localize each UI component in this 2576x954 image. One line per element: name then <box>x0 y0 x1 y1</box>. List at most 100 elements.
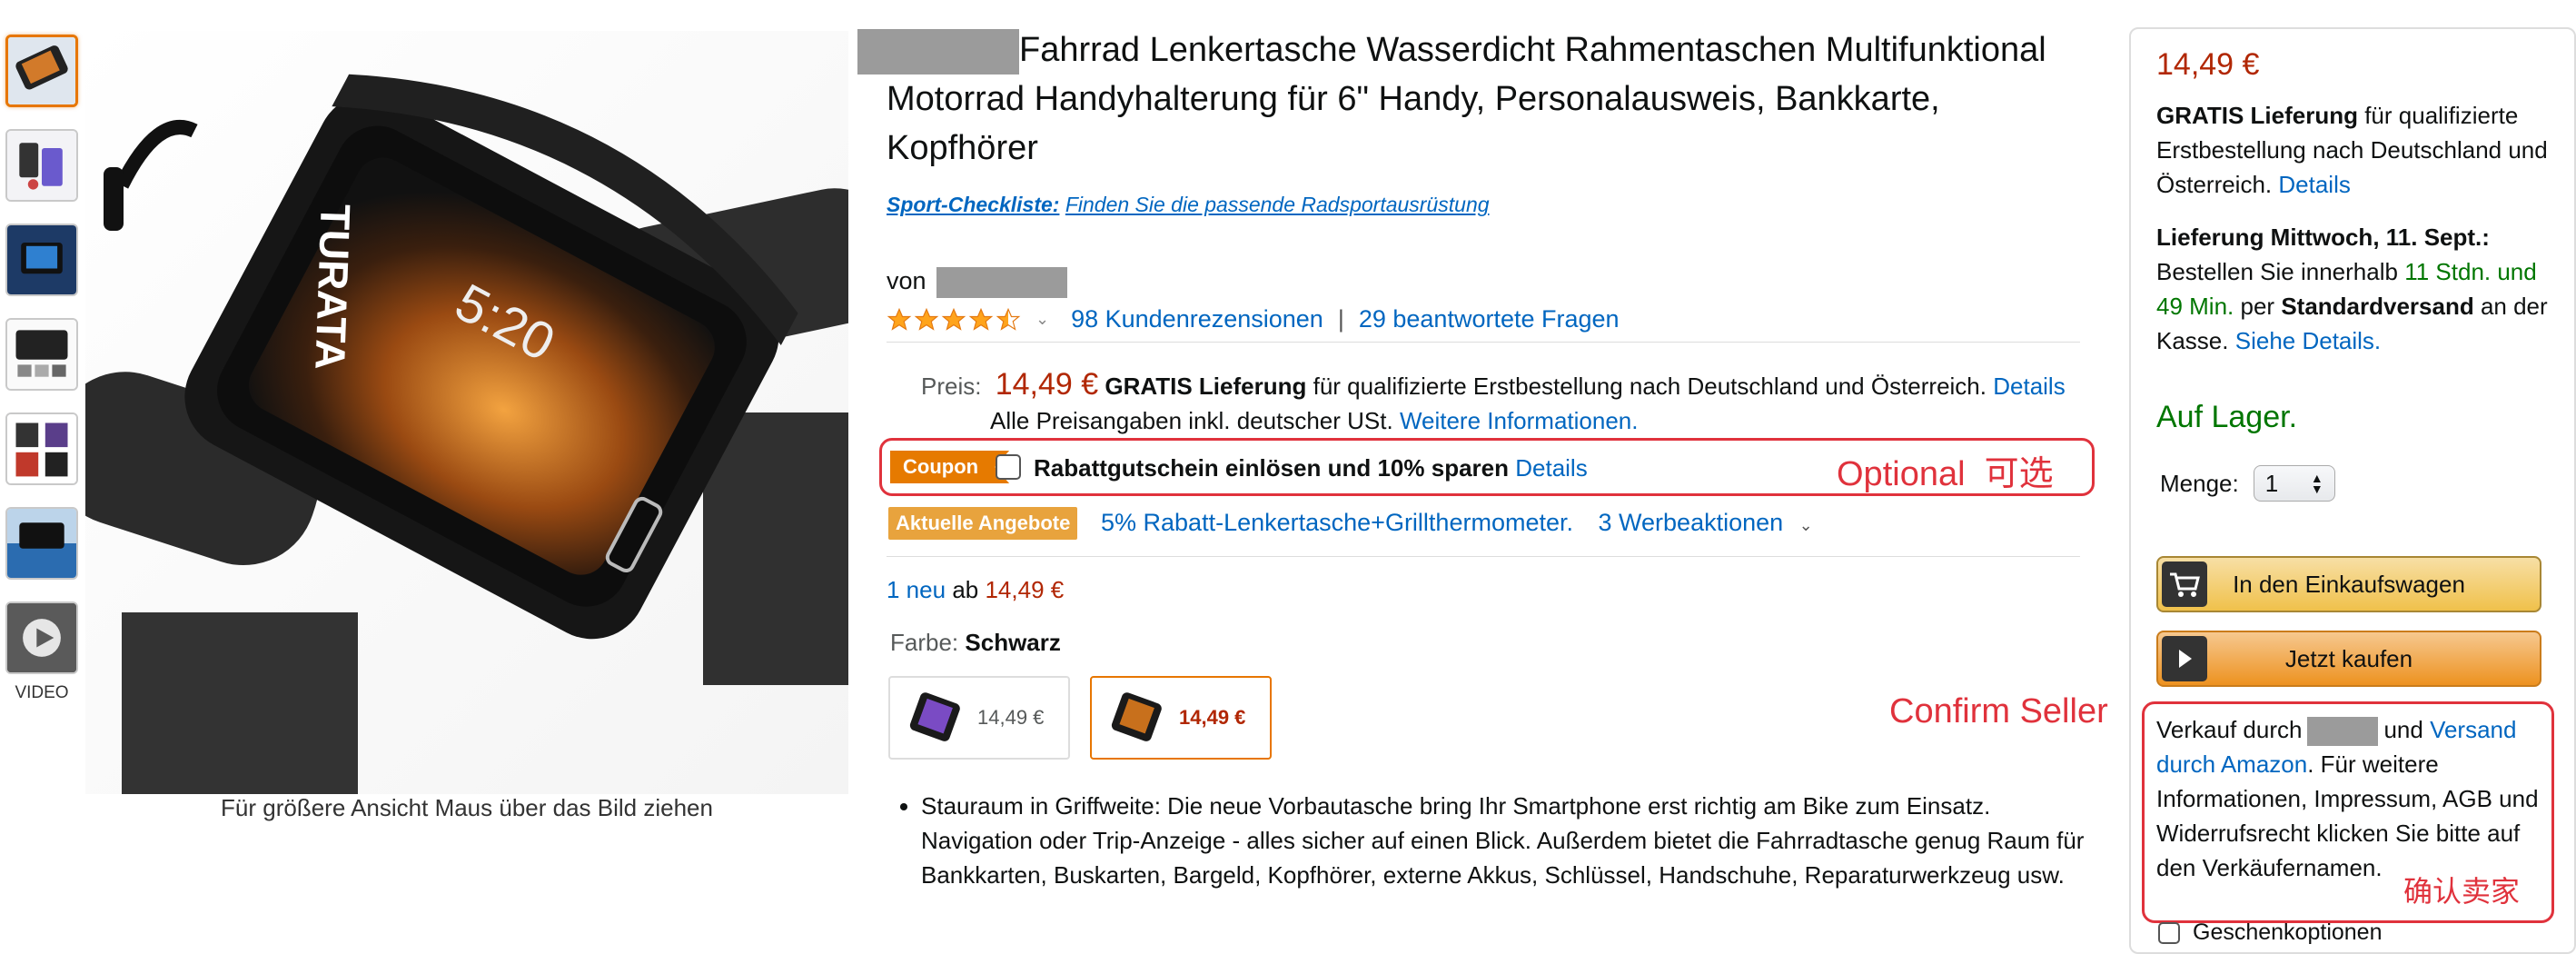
star-half-icon <box>996 307 1021 331</box>
thumbnail-6[interactable] <box>5 507 78 580</box>
stock-status: Auf Lager. <box>2156 400 2298 434</box>
play-icon <box>7 603 76 672</box>
redacted-seller-link[interactable] <box>2307 717 2379 747</box>
color-value: Schwarz <box>965 629 1061 656</box>
per-label: per <box>2240 293 2275 320</box>
thumbnail-2[interactable] <box>5 129 78 202</box>
star-rating[interactable]: ⌄ <box>887 307 1071 333</box>
buybox-delivery: Lieferung Mittwoch, 11. Sept.: Bestellen… <box>2156 220 2565 358</box>
play-arrow-icon <box>2162 636 2207 681</box>
feature-bullets: Stauraum in Griffweite: Die neue Vorbaut… <box>888 789 2102 892</box>
image-zoom-hint: Für größere Ansicht Maus über das Bild z… <box>221 794 713 821</box>
quantity-select[interactable]: 1 ▲ ▼ <box>2253 465 2335 502</box>
thumbnail-5[interactable] <box>5 412 78 485</box>
new-offers-row: 1 neu ab 14,49 € <box>887 576 1064 604</box>
price-amount: 14,49 € <box>995 367 1099 402</box>
color-swatch-2-selected[interactable]: 14,49 € <box>1090 676 1272 760</box>
quantity-label: Menge: <box>2160 470 2239 497</box>
price-block: Preis: 14,49 € GRATIS Lieferung für qual… <box>921 367 2093 438</box>
swatch-price: 14,49 € <box>1179 706 1246 729</box>
vat-text: Alle Preisangaben inkl. deutscher USt. <box>990 407 1393 434</box>
buybox-shipping-bold: GRATIS Lieferung <box>2156 102 2358 129</box>
swatch-price: 14,49 € <box>977 706 1045 729</box>
shipping-details-link[interactable]: Details <box>1993 373 2065 400</box>
add-to-cart-button[interactable]: In den Einkaufswagen <box>2156 556 2541 612</box>
confirm-seller-annotation: Confirm Seller <box>1889 692 2108 730</box>
reviews-link[interactable]: 98 Kundenrezensionen <box>1071 305 1323 333</box>
checklist-text: Finden Sie die passende Radsportausrüstu… <box>1065 193 1490 216</box>
rating-row: ⌄ 98 Kundenrezensionen | 29 beantwortete… <box>887 305 1620 333</box>
delivery-date: Lieferung Mittwoch, 11. Sept.: <box>2156 224 2490 251</box>
deal-link[interactable]: 5% Rabatt-Lenkertasche+Grillthermometer. <box>1101 509 1573 536</box>
von-label: von <box>887 267 926 295</box>
shipping-text: für qualifizierte Erstbestellung nach De… <box>1313 373 1986 400</box>
order-prefix: Bestellen Sie innerhalb <box>2156 258 2398 285</box>
thumbnail-1[interactable] <box>5 35 78 107</box>
sold-by-label: Verkauf durch <box>2156 716 2303 743</box>
buybox-price: 14,49 € <box>2156 47 2260 82</box>
chevron-down-icon[interactable]: ⌄ <box>1799 516 1813 534</box>
main-product-image[interactable]: 5:20 TURATA <box>85 31 848 794</box>
see-details-link[interactable]: Siehe Details. <box>2235 327 2381 354</box>
gift-options-row: Geschenkoptionen <box>2158 919 2382 946</box>
offers-row: 5% Rabatt-Lenkertasche+Grillthermometer.… <box>1101 509 1813 537</box>
checklist-bold: Sport-Checkliste: <box>887 193 1060 216</box>
svg-text:TURATA: TURATA <box>306 204 359 371</box>
star-full-icon <box>968 307 994 331</box>
buybox-shipping: GRATIS Lieferung für qualifizierte Erstb… <box>2156 98 2565 202</box>
divider <box>887 556 2080 557</box>
cart-icon <box>2162 561 2207 607</box>
sport-checklist-link[interactable]: Sport-Checkliste: Finden Sie die passend… <box>887 193 1490 217</box>
brand-byline: von <box>887 267 1068 298</box>
coupon-details-link[interactable]: Details <box>1515 454 1587 482</box>
redacted-brand <box>857 28 1019 75</box>
coupon-row: Rabattgutschein einlösen und 10% sparen … <box>1034 454 1588 482</box>
offers-badge: Aktuelle Angebote <box>888 507 1078 540</box>
optional-annotation: Optional 可选 <box>1837 455 2054 493</box>
coupon-checkbox[interactable] <box>996 454 1021 480</box>
redacted-brand-link[interactable] <box>936 267 1068 298</box>
swatch-image <box>1105 686 1168 750</box>
swatch-image <box>903 686 966 750</box>
color-label: Farbe: <box>890 629 959 656</box>
new-offers-link[interactable]: 1 neu <box>887 576 946 603</box>
chevron-down-icon: ⌄ <box>1035 310 1050 328</box>
product-title-text: Fahrrad Lenkertasche Wasserdicht Rahment… <box>887 31 2046 167</box>
star-full-icon <box>887 307 912 331</box>
star-full-icon <box>941 307 966 331</box>
coupon-text: Rabattgutschein einlösen und 10% sparen <box>1034 454 1509 482</box>
updown-arrows-icon: ▲ ▼ <box>2310 471 2323 496</box>
buy-now-label: Jetzt kaufen <box>2284 644 2413 672</box>
thumbnail-3[interactable] <box>5 224 78 296</box>
confirm-seller-cn-annotation: 确认卖家 <box>2403 875 2521 908</box>
ab-label: ab <box>952 576 979 603</box>
gift-options-checkbox[interactable] <box>2158 921 2180 944</box>
new-offers-price: 14,49 € <box>985 576 1065 603</box>
standard-shipping: Standardversand <box>2281 293 2474 320</box>
promotions-link[interactable]: 3 Werbeaktionen <box>1599 509 1784 536</box>
separator: | <box>1337 305 1344 333</box>
seller-info: Verkauf durch und Versand durch Amazon. F… <box>2156 712 2541 885</box>
color-row: Farbe: Schwarz <box>890 629 1061 657</box>
divider <box>887 342 2080 343</box>
gift-options-label: Geschenkoptionen <box>2193 919 2383 945</box>
questions-link[interactable]: 29 beantwortete Fragen <box>1359 305 1620 333</box>
thumbnail-4[interactable] <box>5 318 78 391</box>
video-thumbnail[interactable] <box>5 601 78 674</box>
price-label: Preis: <box>921 373 982 400</box>
add-to-cart-label: In den Einkaufswagen <box>2233 570 2465 598</box>
buy-now-button[interactable]: Jetzt kaufen <box>2156 631 2541 687</box>
quantity-row: Menge: 1 ▲ ▼ <box>2160 465 2569 502</box>
shipping-bold: GRATIS Lieferung <box>1105 373 1307 400</box>
more-info-link[interactable]: Weitere Informationen. <box>1400 407 1639 434</box>
product-title: Fahrrad Lenkertasche Wasserdicht Rahment… <box>857 25 2086 173</box>
color-swatch-1[interactable]: 14,49 € <box>888 676 1070 760</box>
coupon-badge: Coupon <box>890 451 1010 483</box>
und-label: und <box>2383 716 2423 743</box>
buybox-details-link[interactable]: Details <box>2278 171 2350 198</box>
quantity-value: 1 <box>2264 470 2279 497</box>
star-full-icon <box>914 307 939 331</box>
product-photo: 5:20 TURATA <box>85 31 848 794</box>
feature-bullet: Stauraum in Griffweite: Die neue Vorbaut… <box>921 789 2102 892</box>
video-label: VIDEO <box>15 683 69 702</box>
